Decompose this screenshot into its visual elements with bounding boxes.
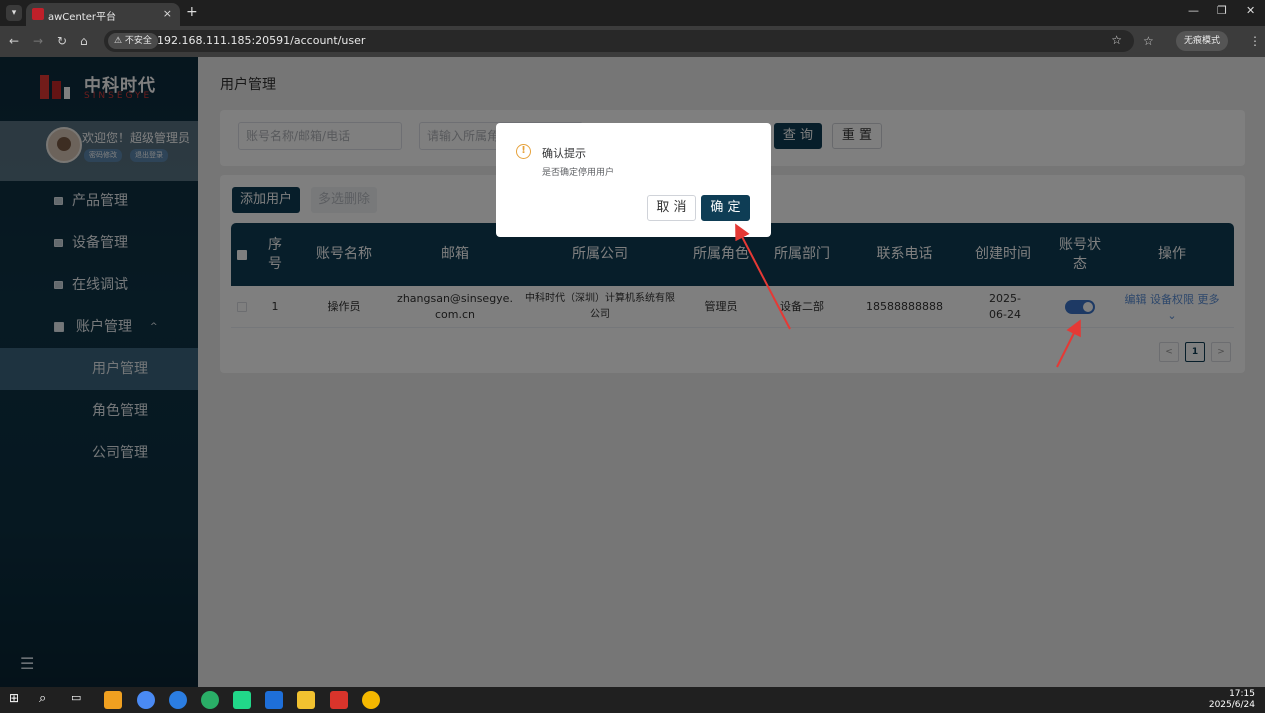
annotation-arrows [735,223,1081,368]
app-explorer-icon[interactable] [297,691,315,709]
app-wechat-icon[interactable] [201,691,219,709]
app-assistant-icon[interactable] [362,691,380,709]
search-icon[interactable]: ⌕ [39,691,57,709]
app-pycharm-icon[interactable] [233,691,251,709]
system-clock[interactable]: 17:15 2025/6/24 [1209,689,1255,711]
clock-time: 17:15 [1229,689,1255,699]
app-wps-icon[interactable] [330,691,348,709]
app-vscode-icon[interactable] [265,691,283,709]
os-taskbar: ⊞ ⌕ ▭ 17:15 2025/6/24 [0,687,1265,713]
app-sublime-icon[interactable] [104,691,122,709]
task-view-icon[interactable]: ▭ [71,691,89,709]
windows-start-icon[interactable]: ⊞ [9,691,27,709]
app-edge-icon[interactable] [169,691,187,709]
arrow-to-toggle [1056,319,1081,368]
app-chrome-icon[interactable] [137,691,155,709]
clock-date: 2025/6/24 [1208,700,1255,710]
arrow-to-confirm [735,223,791,330]
